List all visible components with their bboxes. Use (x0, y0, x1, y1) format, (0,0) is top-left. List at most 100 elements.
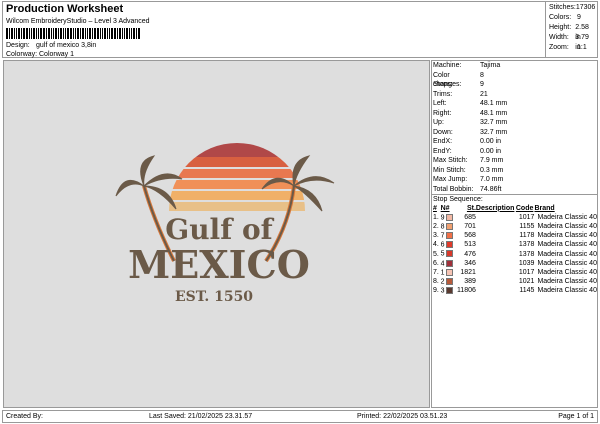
property-row: Down: 32.7 mm (432, 128, 597, 138)
stop-number: 3. (433, 232, 439, 240)
property-row: Color changes: 8 (432, 71, 597, 89)
design-stats: Stitches: 17306 Colors: 9 Height: 2.58 in Widt… (545, 1, 598, 58)
color-number: 5 (440, 250, 445, 258)
table-row: 1. 9 685 1017 Madeira Classic 40 (433, 213, 597, 222)
page-title: Production Worksheet (6, 3, 124, 15)
stat-row: Stitches: 17306 (548, 3, 595, 13)
property-row-value: 21 (480, 90, 488, 98)
column-header: St. (466, 204, 476, 212)
property-row: Machine: Tajima (432, 61, 597, 71)
table-row: 8. 2 389 1021 Madeira Classic 40 (433, 277, 597, 286)
property-row-value: 32.7 mm (480, 128, 508, 136)
thread-brand: Madeira Classic 40 (537, 268, 597, 276)
stitch-count: 389 (464, 278, 476, 286)
stat-row-label: Stitches: (549, 4, 576, 11)
color-swatch (446, 277, 454, 285)
design-preview: Gulf of MEXICO EST. 1550 (3, 60, 430, 408)
stat-row-value: 1:1 (577, 44, 587, 51)
table-row: 2. 8 701 1155 Madeira Classic 40 (433, 222, 597, 231)
color-number: 8 (440, 223, 445, 231)
property-row: Total Bobbin: 74.86ft (432, 185, 597, 195)
column-header: Code (515, 204, 534, 212)
stat-row-label: Colors: (549, 14, 572, 21)
property-row-value: 74.86ft (480, 185, 502, 193)
column-header: Description (475, 204, 515, 212)
thread-code: 1155 (519, 222, 535, 230)
stitch-count: 476 (464, 250, 476, 258)
stitch-count: 701 (464, 222, 476, 230)
property-row-label: Machine: (433, 62, 462, 69)
property-row-label: Stops: (433, 81, 453, 88)
description (476, 213, 516, 222)
property-row-label: EndX: (433, 138, 453, 145)
table-row: 3. 7 568 1178 Madeira Classic 40 (433, 231, 597, 240)
description (476, 268, 516, 277)
color-number: 2 (440, 278, 445, 286)
stitch-count: 1821 (460, 268, 476, 276)
software-name: Wilcom EmbroideryStudio – Level 3 Advanc… (6, 18, 150, 25)
color-swatch (446, 231, 454, 239)
table-row: 7. 1 1821 1017 Madeira Classic 40 (433, 268, 597, 277)
property-row-label: Trims: (433, 90, 453, 98)
stop-number: 5. (433, 250, 439, 258)
property-row: EndY: 0.00 in (432, 147, 597, 157)
worksheet-header: Production Worksheet Wilcom EmbroiderySt… (2, 1, 546, 58)
thread-brand: Madeira Classic 40 (537, 259, 597, 267)
property-row-label: Min Stitch: (433, 166, 466, 174)
property-row-label: Color changes: (433, 71, 462, 89)
created-by: Created By: (6, 413, 43, 420)
table-row: 6. 4 346 1039 Madeira Classic 40 (433, 259, 597, 268)
stat-row-label: Height: (549, 24, 572, 31)
page-number: Page 1 of 1 (558, 413, 594, 420)
stop-number: 6. (433, 259, 439, 267)
machine-properties: Machine: Tajima Color changes: 8 Stops: 9 Trim… (432, 61, 597, 194)
property-row: Left: 48.1 mm (432, 99, 597, 109)
stat-row-value: 2.58 in (575, 24, 589, 41)
stat-row: Height: 2.58 in (548, 23, 595, 41)
property-row: Min Stitch: 0.3 mm (432, 166, 597, 176)
property-row-label: Right: (433, 109, 452, 117)
stat-row-value: 9 (577, 14, 581, 21)
stat-row-value: 3.79 in (575, 34, 589, 51)
properties-panel: Machine: Tajima Color changes: 8 Stops: 9 Trim… (431, 60, 598, 408)
thread-brand: Madeira Classic 40 (537, 232, 597, 240)
stitch-count: 513 (464, 241, 476, 249)
thread-brand: Madeira Classic 40 (537, 241, 597, 249)
property-row-value: 48.1 mm (480, 100, 508, 107)
property-row-label: Total Bobbin: (433, 185, 474, 193)
property-row-label: Max Jump: (433, 176, 468, 183)
thread-brand: Madeira Classic 40 (537, 278, 597, 286)
property-row-value: 0.00 in (480, 138, 502, 145)
column-header: # (433, 204, 437, 212)
color-number: 6 (440, 241, 445, 249)
barcode (6, 28, 166, 39)
color-swatch (446, 250, 454, 258)
property-row-value: 7.9 mm (480, 157, 504, 164)
property-row-label: Up: (433, 119, 444, 126)
colorway-name: Colorway 1 (39, 51, 75, 58)
thread-brand: Madeira Classic 40 (537, 287, 597, 295)
table-row: 4. 6 513 1378 Madeira Classic 40 (433, 240, 597, 249)
property-row: EndX: 0.00 in (432, 137, 597, 147)
property-row-label: Down: (433, 128, 453, 136)
color-swatch (446, 268, 454, 276)
color-swatch (446, 287, 454, 295)
thread-brand: Madeira Classic 40 (537, 250, 597, 258)
thread-code: 1039 (518, 259, 535, 267)
color-swatch (446, 259, 454, 267)
stop-number: 9. (433, 287, 439, 295)
property-row-value: Tajima (480, 62, 501, 69)
thread-code: 1021 (518, 278, 535, 286)
stop-number: 1. (433, 213, 439, 221)
stop-number: 8. (433, 278, 439, 286)
property-row-value: 9 (480, 81, 484, 88)
stat-row-value: 17306 (575, 4, 596, 11)
stat-row: Colors: 9 (548, 13, 595, 23)
thread-code: 1178 (519, 232, 535, 240)
table-row: 5. 5 476 1378 Madeira Classic 40 (433, 249, 597, 258)
color-number: 7 (440, 232, 445, 240)
color-swatch (446, 213, 454, 221)
description (476, 240, 516, 249)
design-name: gulf of mexico 3,8in (36, 42, 97, 49)
stitch-count: 11806 (456, 287, 476, 295)
